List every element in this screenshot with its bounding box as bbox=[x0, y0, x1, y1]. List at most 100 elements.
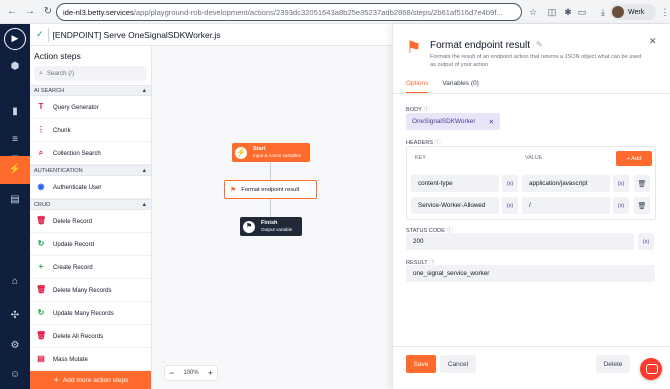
database-icon[interactable]: ≡ bbox=[7, 132, 23, 148]
extension-icon[interactable]: ◫ bbox=[546, 6, 558, 18]
page-icon[interactable]: ▮ bbox=[7, 104, 23, 120]
steps-list: AI search ▲ T Query Generator ⋮ Chunk ⌕ Collect… bbox=[30, 85, 151, 371]
finish-title: Finish bbox=[261, 220, 278, 226]
refresh-icon: ↻ bbox=[37, 308, 45, 317]
connector-line bbox=[270, 199, 271, 217]
query-generator-icon: T bbox=[38, 102, 44, 111]
variable-button[interactable]: (x) bbox=[502, 175, 518, 192]
section-header[interactable]: AI search ▲ bbox=[30, 85, 151, 96]
step-item[interactable]: 🗑 Delete All Records bbox=[30, 325, 151, 348]
delete-button[interactable]: Delete bbox=[596, 355, 630, 373]
header-value-field[interactable]: application/javascript bbox=[522, 175, 610, 192]
user-avatar-icon[interactable]: ☺ bbox=[7, 367, 23, 383]
trash-icon: 🗑 bbox=[36, 216, 47, 225]
step-item[interactable]: ⋮ Chunk bbox=[30, 119, 151, 142]
save-button[interactable]: Save bbox=[406, 355, 436, 373]
panel-tabs: Options Variables (0) bbox=[406, 80, 493, 93]
add-header-button[interactable]: + Add bbox=[616, 151, 652, 166]
result-field[interactable]: one_signal_service_worker bbox=[406, 265, 655, 282]
header-key-field[interactable]: Service-Worker-Allowed bbox=[411, 197, 499, 214]
key-column-header: Key bbox=[415, 155, 426, 161]
variable-button[interactable]: (x) bbox=[502, 197, 518, 214]
panel-description: Formats the result of an endpoint action… bbox=[430, 54, 642, 68]
tab-variables[interactable]: Variables (0) bbox=[442, 80, 478, 93]
step-item-label: Mass Mutate bbox=[53, 355, 88, 363]
trash-icon: 🗑 bbox=[36, 285, 47, 294]
finish-node[interactable]: ⚑ Finish Output variable bbox=[240, 217, 302, 236]
settings-gear-icon[interactable]: ⚙ bbox=[7, 338, 23, 354]
address-bar[interactable]: ide-nl3.betty.services/app/playground-ro… bbox=[56, 3, 522, 21]
templates-icon[interactable]: ▤ bbox=[7, 192, 23, 208]
download-icon[interactable]: ⤓ bbox=[597, 6, 609, 18]
step-config-panel: ⚑ Format endpoint result ✎ ✕ Formats the… bbox=[392, 24, 670, 389]
step-item[interactable]: ◉ Authenticate User bbox=[30, 176, 151, 199]
play-logo-icon[interactable]: ▶ bbox=[4, 28, 26, 50]
step-item-label: Update Many Records bbox=[53, 309, 114, 317]
cast-icon[interactable]: ▭ bbox=[576, 6, 588, 18]
trash-icon[interactable]: 🗑 bbox=[634, 175, 650, 192]
network-icon[interactable]: ✣ bbox=[7, 308, 23, 324]
step-item[interactable]: ⌕ Collection Search bbox=[30, 142, 151, 165]
variable-button[interactable]: (x) bbox=[613, 175, 629, 192]
tab-options[interactable]: Options bbox=[406, 80, 429, 93]
step-item-label: Collection Search bbox=[53, 149, 101, 157]
start-node[interactable]: ⚡ Start Input & Action variables bbox=[232, 143, 310, 162]
step-item-label: Authenticate User bbox=[53, 183, 102, 191]
plus-icon: + bbox=[53, 375, 59, 385]
step-item[interactable]: ▤ Mass Mutate bbox=[30, 348, 151, 371]
chat-support-icon[interactable] bbox=[640, 358, 662, 380]
chunk-icon: ⋮ bbox=[37, 125, 45, 134]
section-header[interactable]: Authentication ▲ bbox=[30, 165, 151, 176]
panel-footer-divider bbox=[393, 346, 670, 347]
flow-canvas[interactable]: ⚡ Start Input & Action variables ⚑ Forma… bbox=[152, 46, 392, 389]
app-rail: ▶ ⬢ ▮ ≡ ⊟ ⚡ ▤ ⌂ ✣ ⚙ ☺ bbox=[0, 24, 30, 389]
header-value-field[interactable]: / bbox=[522, 197, 610, 214]
mass-mutate-icon: ▤ bbox=[37, 354, 45, 363]
trash-icon[interactable]: 🗑 bbox=[634, 197, 650, 214]
step-item-label: Chunk bbox=[53, 126, 71, 134]
step-item[interactable]: ↻ Update Many Records bbox=[30, 302, 151, 325]
header-key-field[interactable]: content-type bbox=[411, 175, 499, 192]
menu-kebab-icon[interactable]: ⋮ bbox=[659, 6, 670, 18]
refresh-icon: ↻ bbox=[37, 239, 45, 248]
back-icon[interactable]: ← bbox=[6, 6, 18, 18]
reload-icon[interactable]: ↻ bbox=[42, 6, 54, 18]
panel-title: Format endpoint result bbox=[430, 40, 531, 51]
edit-pencil-icon[interactable]: ✎ bbox=[536, 40, 543, 49]
step-item[interactable]: T Query Generator bbox=[30, 96, 151, 119]
step-item[interactable]: 🗑 Delete Record bbox=[30, 210, 151, 233]
add-more-steps-label: Add more action steps bbox=[62, 376, 129, 384]
url-path: /app/playground-rob-development/actions/… bbox=[133, 7, 503, 17]
section-header[interactable]: CRUD ▲ bbox=[30, 199, 151, 210]
zoom-in-icon[interactable]: + bbox=[208, 368, 213, 378]
zoom-out-icon[interactable]: − bbox=[169, 368, 174, 378]
collapse-chevron-icon[interactable]: ▲ bbox=[141, 88, 147, 94]
variable-button[interactable]: (x) bbox=[638, 233, 654, 250]
step-item[interactable]: 🗑 Delete Many Records bbox=[30, 279, 151, 302]
pages-icon[interactable]: ⬢ bbox=[7, 59, 23, 75]
step-item[interactable]: ↻ Update Record bbox=[30, 233, 151, 256]
variable-button[interactable]: (x) bbox=[613, 197, 629, 214]
zoom-level: 100% bbox=[183, 370, 199, 376]
forward-icon[interactable]: → bbox=[24, 6, 36, 18]
puzzle-icon[interactable]: ✱ bbox=[562, 6, 574, 18]
step-item[interactable]: + Create Record bbox=[30, 256, 151, 279]
check-icon: ✓ bbox=[36, 29, 44, 39]
format-endpoint-node[interactable]: ⚑ Format endpoint result bbox=[224, 180, 317, 199]
collapse-chevron-icon[interactable]: ▲ bbox=[141, 202, 147, 208]
remove-chip-icon[interactable]: ✕ bbox=[489, 118, 494, 126]
steps-search-input[interactable]: ⌕ Search (/) bbox=[34, 66, 147, 81]
bookmark-icon[interactable]: ☆ bbox=[527, 6, 539, 18]
profile-button[interactable]: Werk bbox=[610, 4, 656, 20]
collapse-chevron-icon[interactable]: ▲ bbox=[141, 168, 147, 174]
close-icon[interactable]: ✕ bbox=[649, 36, 657, 47]
actions-bolt-icon[interactable]: ⚡ bbox=[0, 156, 30, 184]
trash-icon: 🗑 bbox=[36, 331, 47, 340]
search-icon: ⌕ bbox=[39, 69, 43, 77]
home-icon[interactable]: ⌂ bbox=[7, 274, 23, 290]
add-more-steps-button[interactable]: + Add more action steps bbox=[30, 371, 151, 389]
status-code-field[interactable]: 200 bbox=[406, 233, 634, 250]
cancel-button[interactable]: Cancel bbox=[440, 355, 476, 373]
profile-name: Werk bbox=[628, 8, 645, 16]
body-chip[interactable]: OneSignalSDKWorker ✕ bbox=[406, 113, 500, 130]
